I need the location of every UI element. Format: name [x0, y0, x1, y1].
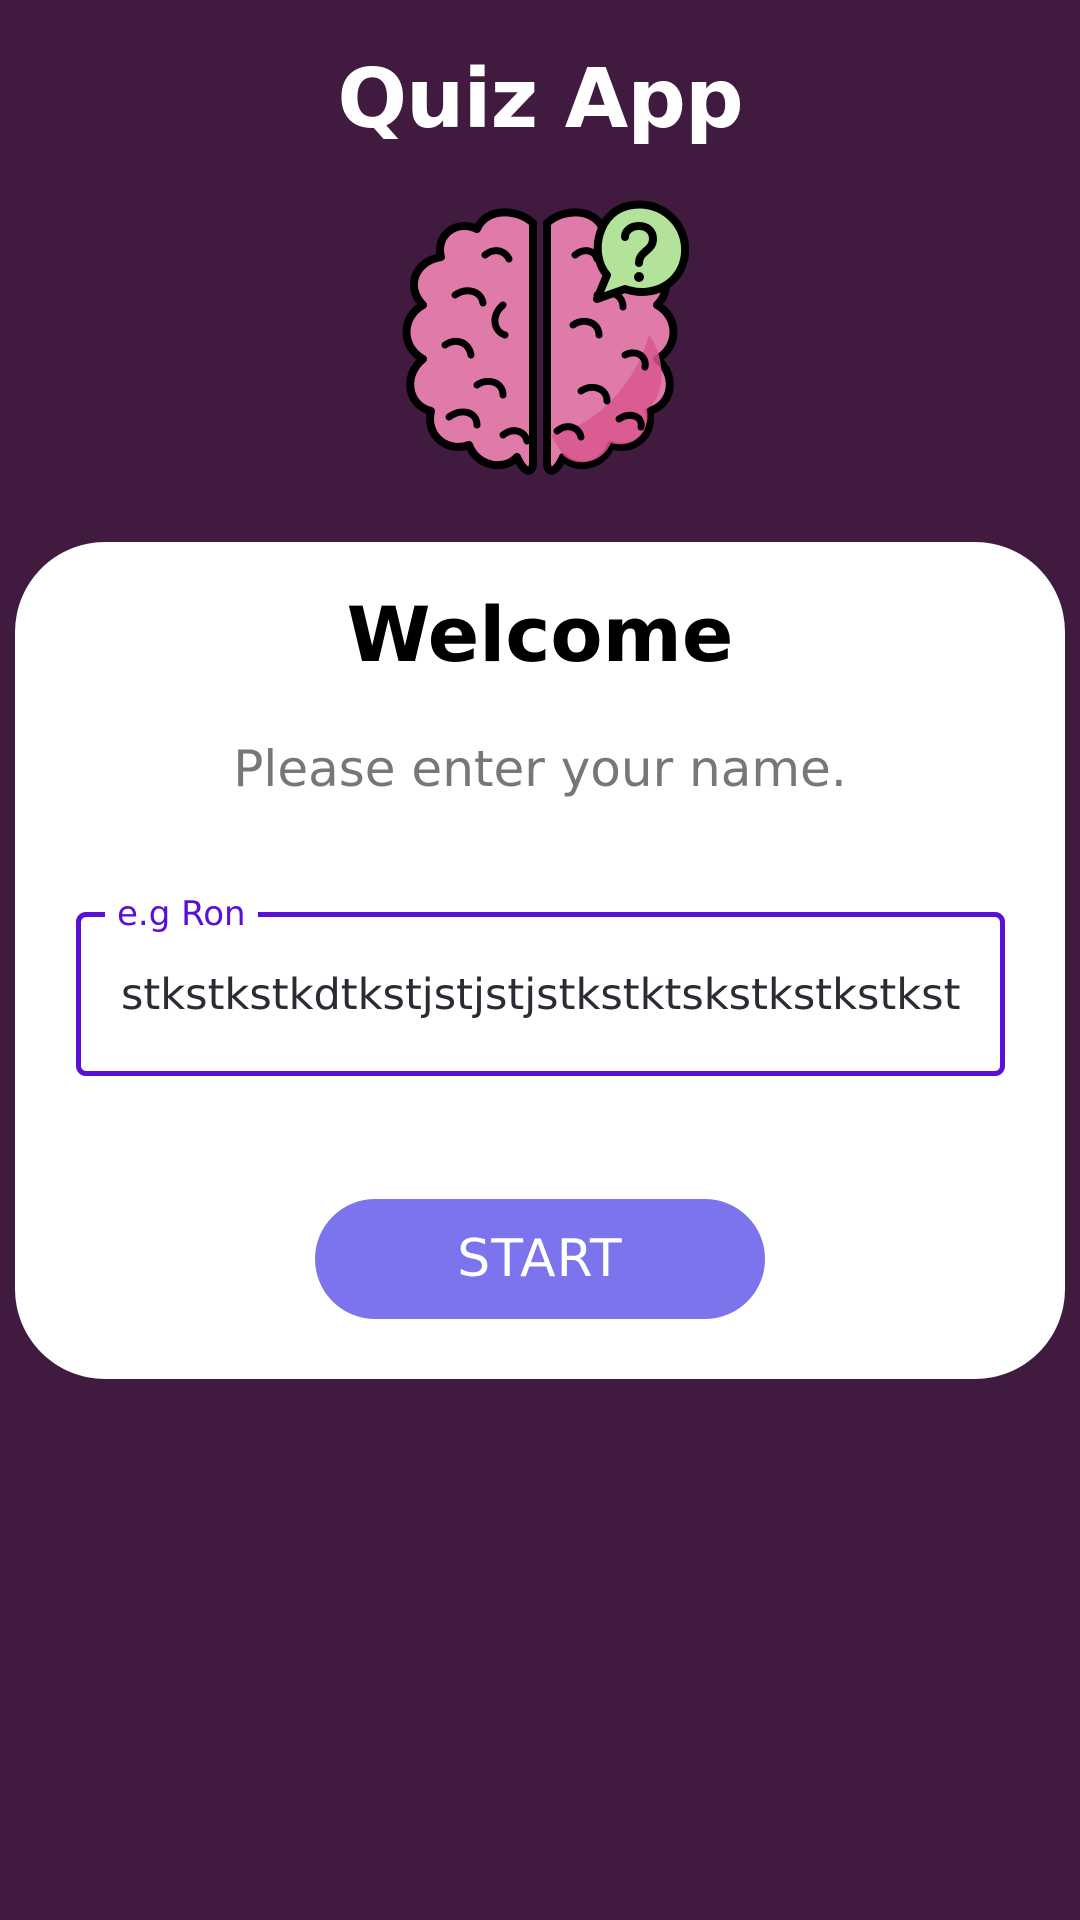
name-prompt: Please enter your name. [233, 740, 847, 798]
brain-question-icon [385, 195, 695, 505]
name-field-label: e.g Ron [105, 891, 258, 937]
welcome-card: Welcome Please enter your name. e.g Ron … [15, 542, 1065, 1379]
name-input[interactable] [121, 965, 961, 1025]
start-button[interactable]: START [315, 1199, 765, 1319]
welcome-heading: Welcome [346, 590, 734, 679]
app-title: Quiz App [337, 52, 743, 147]
name-field[interactable]: e.g Ron [76, 891, 1005, 1076]
